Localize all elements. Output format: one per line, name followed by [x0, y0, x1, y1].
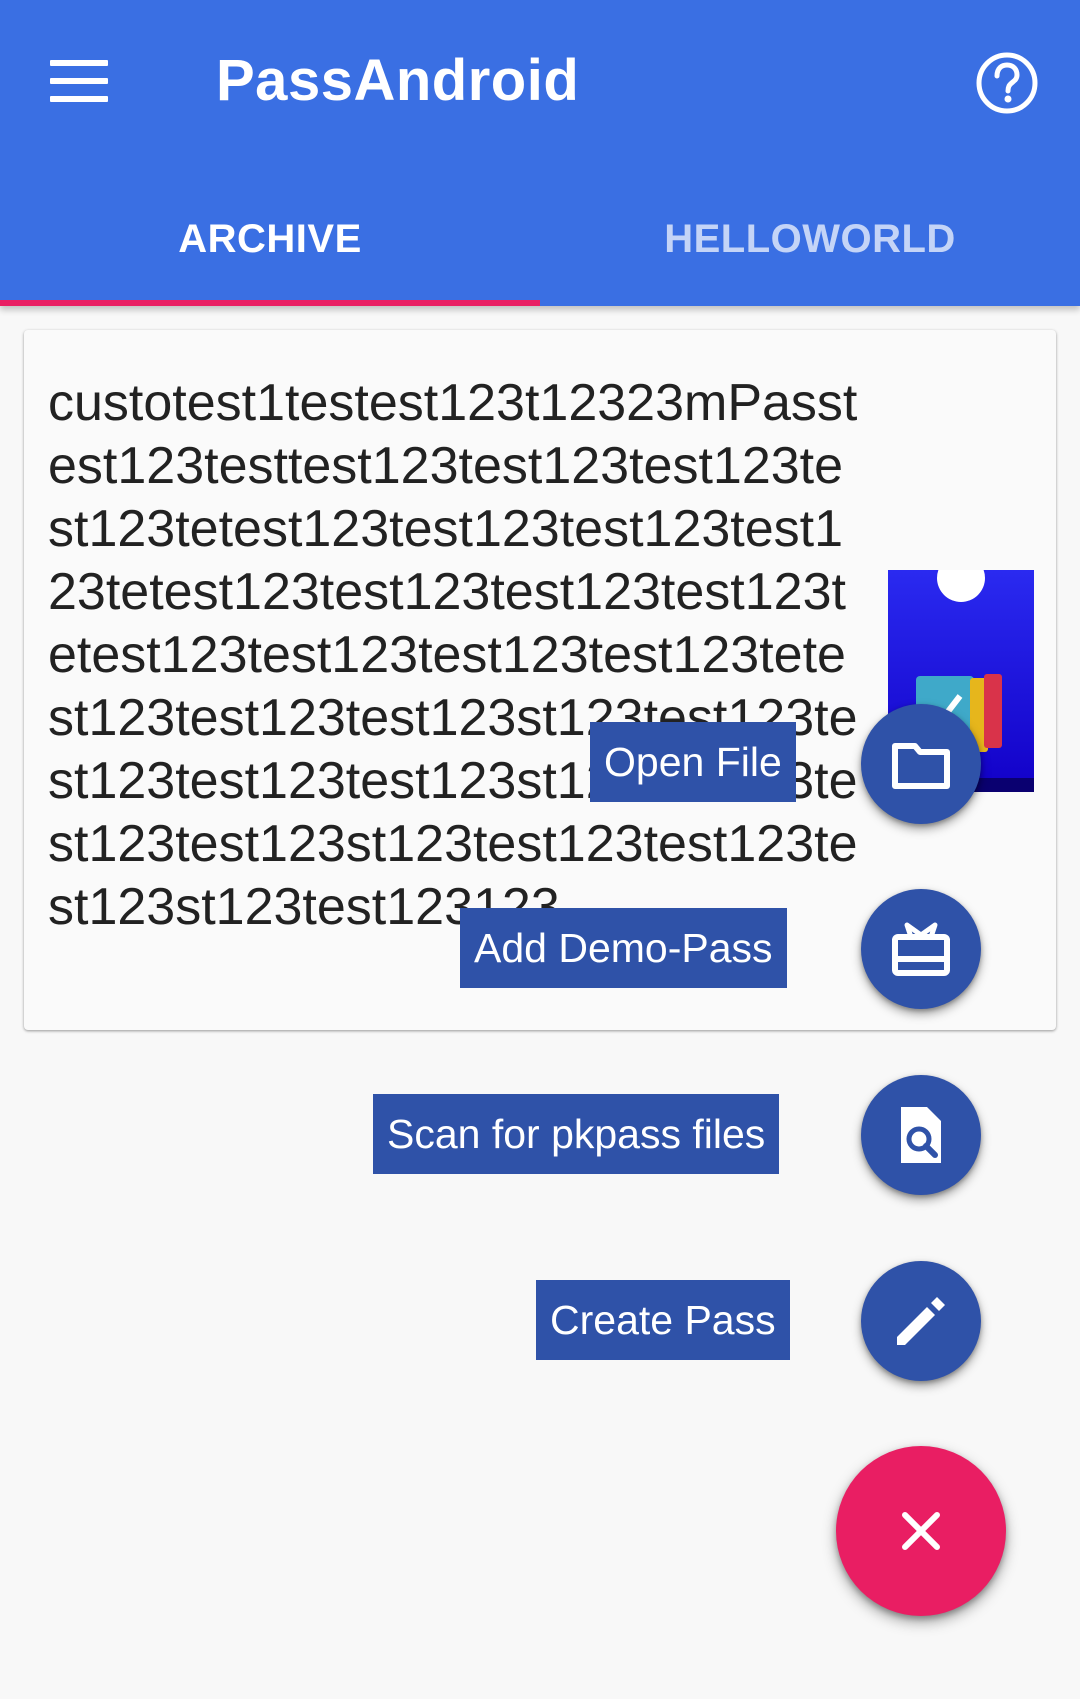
scan-pkpass-label[interactable]: Scan for pkpass files: [373, 1094, 780, 1174]
file-search-icon: [901, 1107, 941, 1163]
add-demo-pass-label[interactable]: Add Demo-Pass: [460, 908, 787, 988]
open-file-label[interactable]: Open File: [590, 722, 796, 802]
close-fab-button[interactable]: [836, 1446, 1006, 1616]
create-pass-label[interactable]: Create Pass: [536, 1280, 790, 1360]
gift-card-icon: [892, 922, 950, 976]
app-screen: PassAndroid ARCHIVE HELLOWORLD custotest…: [0, 0, 1080, 1699]
help-circle-icon[interactable]: [974, 50, 1040, 116]
tab-helloworld[interactable]: HELLOWORLD: [540, 180, 1080, 306]
scan-pkpass-button[interactable]: [861, 1075, 981, 1195]
folder-icon: [892, 743, 950, 789]
tab-indicator: [0, 300, 540, 306]
pass-description: custotest1testest123t12323mPasstest123te…: [48, 374, 858, 936]
tab-bar: ARCHIVE HELLOWORLD: [0, 180, 1080, 306]
add-demo-pass-button[interactable]: [861, 889, 981, 1009]
hamburger-menu-icon[interactable]: [50, 52, 120, 110]
pencil-icon: [897, 1297, 945, 1345]
app-bar: PassAndroid ARCHIVE HELLOWORLD: [0, 0, 1080, 306]
app-title: PassAndroid: [216, 48, 580, 113]
create-pass-button[interactable]: [861, 1261, 981, 1381]
open-file-button[interactable]: [861, 704, 981, 824]
close-icon: [902, 1512, 940, 1550]
tab-archive[interactable]: ARCHIVE: [0, 180, 540, 306]
